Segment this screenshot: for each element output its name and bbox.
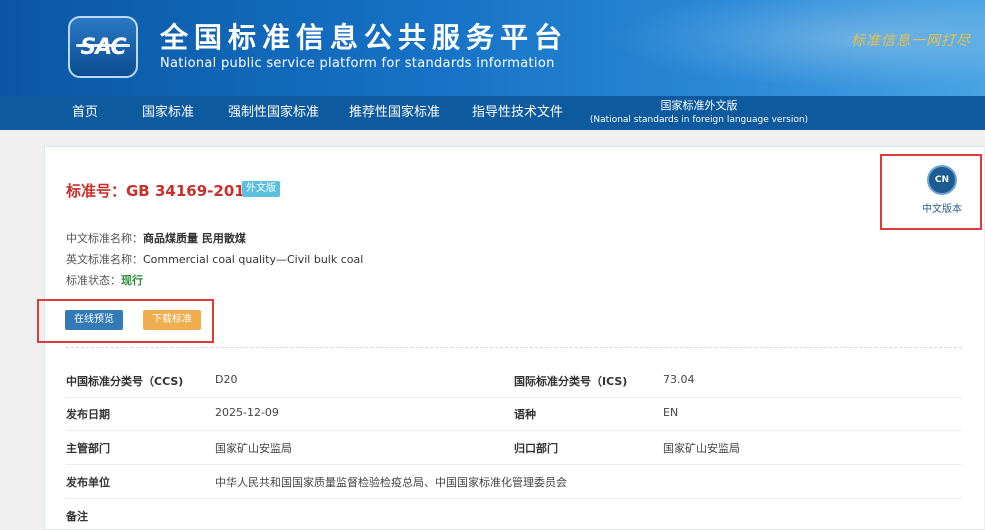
row-divider bbox=[66, 397, 962, 398]
ccs-label: 中国标准分类号（CCS) bbox=[66, 375, 184, 388]
en-name-row: 英文标准名称：Commercial coal quality—Civil bul… bbox=[66, 251, 363, 267]
standard-number: 标准号：GB 34169-2017 bbox=[66, 182, 256, 200]
nav-recommended-standards[interactable]: 推荐性国家标准 bbox=[349, 96, 440, 130]
remark-label: 备注 bbox=[66, 510, 88, 523]
pub-date-label: 发布日期 bbox=[66, 408, 110, 421]
ics-label: 国际标准分类号（ICS) bbox=[514, 375, 628, 388]
status-label: 标准状态： bbox=[66, 274, 121, 287]
ccs-value: D20 bbox=[215, 373, 238, 386]
owner-label: 归口部门 bbox=[514, 442, 558, 455]
highlight-box-cn-version bbox=[880, 154, 982, 230]
logo-text: SAC bbox=[80, 34, 126, 60]
ics-value: 73.04 bbox=[663, 373, 695, 386]
nav-foreign-label: 国家标准外文版 bbox=[660, 99, 738, 112]
issuer-label: 发布单位 bbox=[66, 476, 110, 489]
cn-name-value: 商品煤质量 民用散煤 bbox=[143, 232, 246, 245]
nav-foreign-label-en: (National standards in foreign language … bbox=[589, 115, 809, 125]
highlight-box-actions bbox=[37, 299, 214, 343]
issuer-value: 中华人民共和国国家质量监督检验检疫总局、中国国家标准化管理委员会 bbox=[215, 476, 567, 489]
site-subtitle: National public service platform for sta… bbox=[160, 56, 555, 71]
nav-national-standards[interactable]: 国家标准 bbox=[142, 96, 194, 130]
language-label: 语种 bbox=[514, 408, 536, 421]
pub-date-value: 2025-12-09 bbox=[215, 406, 279, 419]
foreign-version-badge: 外文版 bbox=[242, 181, 280, 197]
slogan: 标准信息一网打尽 bbox=[851, 33, 971, 49]
dept-label: 主管部门 bbox=[66, 442, 110, 455]
cn-name-row: 中文标准名称：商品煤质量 民用散煤 bbox=[66, 230, 246, 246]
site-banner: SAC 全国标准信息公共服务平台 National public service… bbox=[0, 0, 985, 96]
status-row: 标准状态：现行 bbox=[66, 272, 143, 288]
dept-value: 国家矿山安监局 bbox=[215, 442, 292, 455]
site-title: 全国标准信息公共服务平台 bbox=[160, 21, 569, 54]
owner-value: 国家矿山安监局 bbox=[663, 442, 740, 455]
section-divider bbox=[66, 347, 962, 348]
sac-logo[interactable]: SAC bbox=[68, 16, 138, 78]
row-divider bbox=[66, 430, 962, 431]
status-value: 现行 bbox=[121, 274, 143, 287]
nav-mandatory-standards[interactable]: 强制性国家标准 bbox=[228, 96, 319, 130]
en-name-value: Commercial coal quality—Civil bulk coal bbox=[143, 253, 364, 266]
nav-guidance-documents[interactable]: 指导性技术文件 bbox=[472, 96, 563, 130]
nav-foreign-language[interactable]: 国家标准外文版 (National standards in foreign l… bbox=[579, 99, 819, 127]
row-divider bbox=[66, 498, 962, 499]
row-divider bbox=[66, 464, 962, 465]
main-nav: 首页 国家标准 强制性国家标准 推荐性国家标准 指导性技术文件 国家标准外文版 … bbox=[0, 96, 985, 130]
language-value: EN bbox=[663, 406, 679, 419]
cn-name-label: 中文标准名称： bbox=[66, 232, 143, 245]
en-name-label: 英文标准名称： bbox=[66, 253, 143, 266]
nav-home[interactable]: 首页 bbox=[72, 96, 98, 130]
